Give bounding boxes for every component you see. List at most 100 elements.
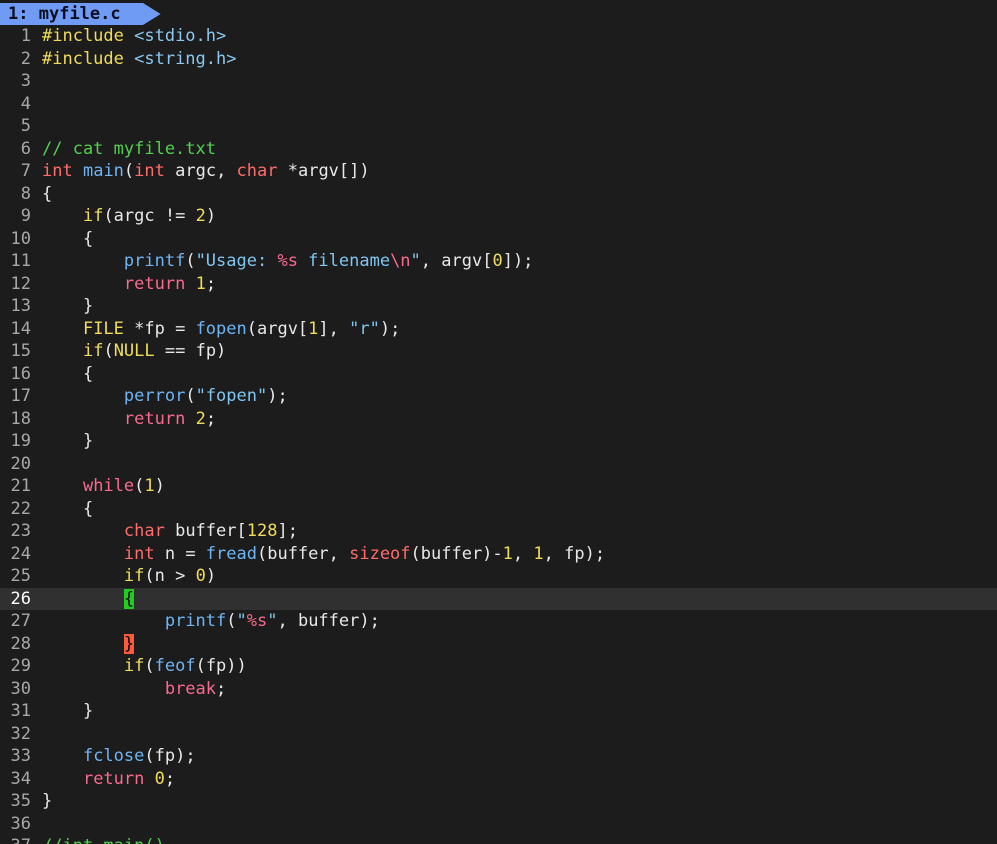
- code-text: {: [42, 364, 93, 384]
- code-line[interactable]: 8{: [0, 183, 997, 206]
- code-line[interactable]: 14 FILE *fp = fopen(argv[1], "r");: [0, 318, 997, 341]
- line-number: 32: [10, 723, 31, 744]
- code-line[interactable]: 15 if(NULL == fp): [0, 340, 997, 363]
- code-line[interactable]: 36: [0, 813, 997, 836]
- code-token: return: [123, 273, 186, 294]
- code-text: }: [42, 701, 93, 721]
- code-line[interactable]: 22 {: [0, 498, 997, 521]
- code-line[interactable]: 18 return 2;: [0, 408, 997, 431]
- code-text: {: [42, 588, 135, 609]
- code-token: break: [164, 678, 217, 699]
- line-number: 30: [10, 678, 31, 699]
- code-text: fclose(fp);: [42, 746, 196, 766]
- code-token: (fp);: [144, 746, 196, 766]
- line-number: 28: [10, 633, 31, 654]
- code-line[interactable]: 6 // cat myfile.txt: [0, 138, 997, 161]
- line-number: 5: [20, 116, 31, 136]
- code-line[interactable]: 27 printf("%s", buffer);: [0, 610, 997, 633]
- tab-myfile-c[interactable]: 1: myfile.c: [0, 3, 161, 25]
- code-text: #include <stdio.h>: [42, 26, 226, 46]
- code-line[interactable]: 37//int main(): [0, 835, 997, 844]
- code-text: //int main(): [42, 836, 165, 844]
- code-line[interactable]: 3: [0, 70, 997, 93]
- code-token: , buffer);: [277, 611, 380, 631]
- line-number: 12: [10, 273, 31, 294]
- code-line[interactable]: 11 printf("Usage: %s filename\n", argv[0…: [0, 250, 997, 273]
- code-token: ): [205, 206, 217, 226]
- code-line[interactable]: 25 if(n > 0): [0, 565, 997, 588]
- code-line[interactable]: 17 perror("fopen");: [0, 385, 997, 408]
- code-token: int: [123, 543, 155, 564]
- line-number: 16: [10, 363, 31, 384]
- code-line[interactable]: 12 return 1;: [0, 273, 997, 296]
- code-text: if(NULL == fp): [42, 341, 226, 361]
- code-line[interactable]: 31 }: [0, 700, 997, 723]
- code-line[interactable]: 30 break;: [0, 678, 997, 701]
- code-line[interactable]: 33 fclose(fp);: [0, 745, 997, 768]
- code-token: 1: [533, 543, 544, 564]
- line-number: 1: [20, 26, 31, 46]
- code-line[interactable]: 2 #include <string.h>: [0, 48, 997, 71]
- code-line[interactable]: 34 return 0;: [0, 768, 997, 791]
- code-text: char buffer[128];: [42, 521, 298, 541]
- code-line[interactable]: 35}: [0, 790, 997, 813]
- line-number: 9: [20, 206, 31, 226]
- code-token: <string.h>: [134, 48, 237, 69]
- code-text: }: [42, 791, 52, 811]
- code-token: int: [134, 161, 165, 181]
- line-number: 21: [10, 476, 31, 496]
- code-token: (argv[: [246, 318, 309, 339]
- line-number: 27: [10, 611, 31, 631]
- code-token: ;: [216, 678, 227, 699]
- line-number: 17: [10, 386, 31, 406]
- code-token: (argc !=: [103, 206, 196, 226]
- code-line[interactable]: 4: [0, 93, 997, 116]
- code-text: }: [42, 296, 93, 316]
- code-token: ;: [205, 273, 217, 294]
- code-line[interactable]: 29 if(feof(fp)): [0, 655, 997, 678]
- code-token: 2: [195, 206, 206, 226]
- code-line[interactable]: 32: [0, 723, 997, 746]
- code-line[interactable]: 9 if(argc != 2): [0, 205, 997, 228]
- code-token: (: [134, 476, 145, 496]
- code-line[interactable]: 20: [0, 453, 997, 476]
- code-line[interactable]: 10 {: [0, 228, 997, 251]
- code-line[interactable]: 13 }: [0, 295, 997, 318]
- code-editor[interactable]: 1 #include <stdio.h> 2 #include <string.h> 3…: [0, 25, 997, 844]
- code-line[interactable]: 28 }: [0, 633, 997, 656]
- code-token: #include: [42, 26, 135, 46]
- code-token: #include: [42, 48, 135, 69]
- code-line[interactable]: 7 int main(int argc, char *argv[]): [0, 160, 997, 183]
- code-token: ;: [164, 768, 176, 789]
- code-token: {: [42, 183, 53, 204]
- code-line[interactable]: 26 {: [0, 587, 997, 610]
- code-line[interactable]: 19 }: [0, 430, 997, 453]
- code-token: }: [42, 701, 94, 721]
- code-line[interactable]: 16 {: [0, 363, 997, 386]
- code-line[interactable]: 23 char buffer[128];: [0, 520, 997, 543]
- code-text: while(1): [42, 476, 165, 496]
- code-line[interactable]: 1 #include <stdio.h>: [0, 25, 997, 48]
- code-line[interactable]: 21 while(1): [0, 475, 997, 498]
- code-text: break;: [42, 679, 226, 699]
- code-token: {: [42, 498, 94, 519]
- code-text: // cat myfile.txt: [42, 139, 216, 159]
- code-line[interactable]: 5: [0, 115, 997, 138]
- code-line[interactable]: 24 int n = fread(buffer, sizeof(buffer)-…: [0, 543, 997, 566]
- code-token: 0: [492, 251, 503, 271]
- code-text: if(feof(fp)): [42, 656, 247, 676]
